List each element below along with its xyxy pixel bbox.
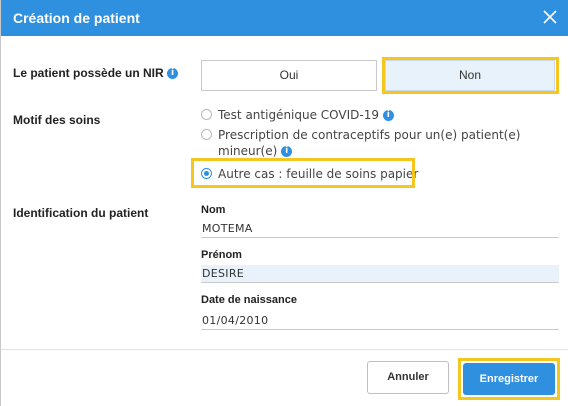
radio-button[interactable] [201,129,212,140]
motif-label: Motif des soins [13,113,101,127]
motif-option-autre[interactable]: Autre cas : feuille de soins papier [201,166,418,182]
info-icon[interactable]: i [281,146,293,157]
nir-non-button[interactable]: Non [385,60,555,91]
dialog-titlebar: Création de patient [1,0,568,36]
radio-button-checked[interactable] [201,168,212,179]
motif-option-covid-label: Test antigénique COVID-19 [218,108,380,122]
naissance-label: Date de naissance [201,294,297,306]
motif-option-autre-label: Autre cas : feuille de soins papier [218,167,419,181]
info-icon[interactable]: i [167,68,179,80]
close-icon[interactable] [539,6,561,28]
motif-option-covid[interactable]: Test antigénique COVID-19 i [201,107,394,123]
date-naissance-field[interactable]: 01/04/2010 [201,312,559,330]
nir-label-row: Le patient possède un NIR i [13,66,179,80]
nom-label: Nom [201,204,226,216]
nir-oui-button[interactable]: Oui [201,60,377,91]
info-icon[interactable]: i [382,110,394,121]
footer-divider [1,349,568,350]
nir-label: Le patient possède un NIR [13,66,164,80]
nir-oui-label: Oui [279,68,299,82]
cancel-button[interactable]: Annuler [367,361,449,394]
radio-button[interactable] [201,109,212,120]
save-button[interactable]: Enregistrer [463,363,555,395]
motif-option-contraceptifs[interactable]: Prescription de contraceptifs pour un(e)… [201,127,531,159]
create-patient-dialog: Création de patient Le patient possède u… [0,0,568,406]
nir-non-label: Non [458,68,481,82]
dialog-title: Création de patient [13,10,140,26]
identification-label: Identification du patient [13,206,149,220]
nom-field[interactable]: MOTEMA [201,220,559,238]
prenom-field[interactable]: DESIRE [201,265,559,283]
motif-option-contraceptifs-label: Prescription de contraceptifs pour un(e)… [218,128,521,158]
prenom-label: Prénom [201,249,242,261]
